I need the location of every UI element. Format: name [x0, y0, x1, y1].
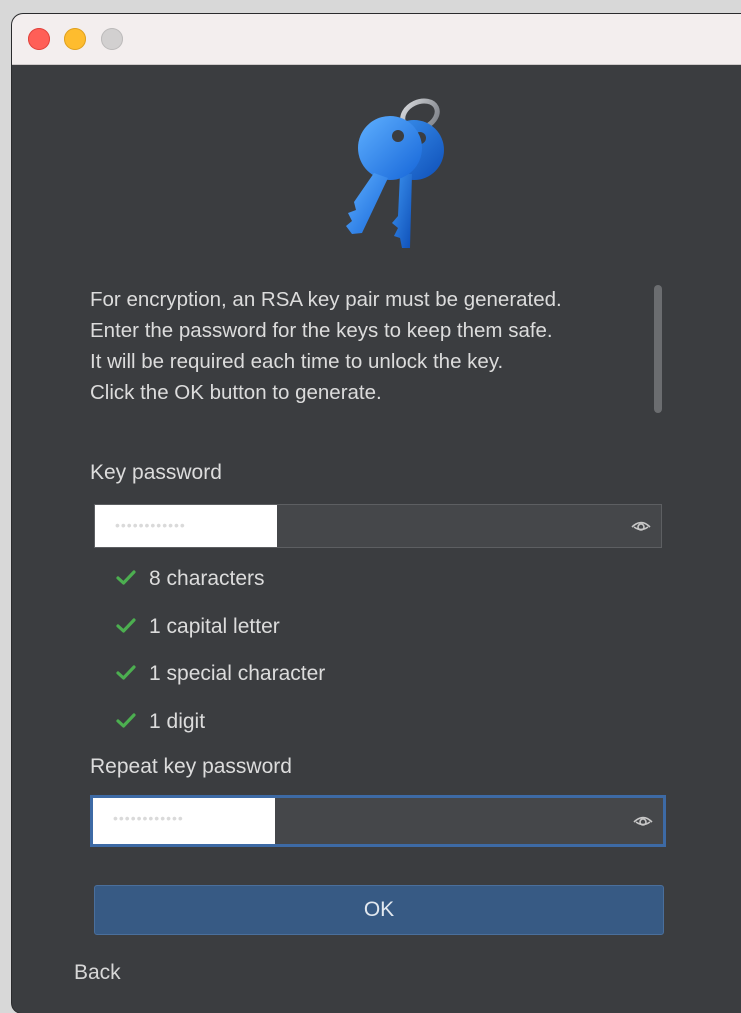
info-scrollbar[interactable] [654, 285, 662, 413]
close-window-button[interactable] [28, 28, 50, 50]
requirement-item: 8 characters [116, 567, 325, 615]
info-line: It will be required each time to unlock … [90, 350, 504, 373]
encryption-info-text: For encryption, an RSA key pair must be … [90, 284, 650, 408]
requirement-item: 1 special character [116, 662, 325, 710]
maximize-window-button[interactable] [101, 28, 123, 50]
info-line: Click the OK button to generate. [90, 381, 382, 404]
password-requirements-list: 8 characters 1 capital letter 1 special … [116, 567, 325, 757]
info-line: Enter the password for the keys to keep … [90, 319, 553, 342]
repeat-password-value: •••••••••••• [93, 798, 275, 844]
key-password-value: •••••••••••• [95, 505, 277, 547]
password-dialog-window: For encryption, an RSA key pair must be … [12, 14, 741, 1013]
key-password-label: Key password [90, 461, 222, 484]
requirement-label: 1 digit [149, 709, 206, 733]
requirement-label: 1 special character [149, 662, 326, 685]
title-bar [12, 14, 741, 65]
info-line: For encryption, an RSA key pair must be … [90, 288, 562, 311]
requirement-item: 1 digit [116, 710, 325, 758]
keys-icon [346, 98, 444, 248]
checkmark-icon [116, 570, 136, 585]
minimize-window-button[interactable] [64, 28, 86, 50]
checkmark-icon [116, 712, 136, 728]
requirement-label: 8 characters [149, 567, 265, 590]
checkmark-icon [116, 665, 136, 680]
requirement-item: 1 capital letter [116, 615, 325, 663]
back-link[interactable]: Back [74, 961, 121, 985]
eye-icon[interactable] [633, 812, 653, 830]
repeat-password-input[interactable]: •••••••••••• [90, 795, 666, 847]
ok-button[interactable]: OK [94, 885, 664, 935]
key-password-input[interactable]: •••••••••••• [94, 504, 662, 548]
eye-icon[interactable] [631, 517, 651, 535]
checkmark-icon [116, 617, 136, 633]
requirement-label: 1 capital letter [149, 614, 280, 638]
repeat-password-label: Repeat key password [90, 755, 292, 778]
